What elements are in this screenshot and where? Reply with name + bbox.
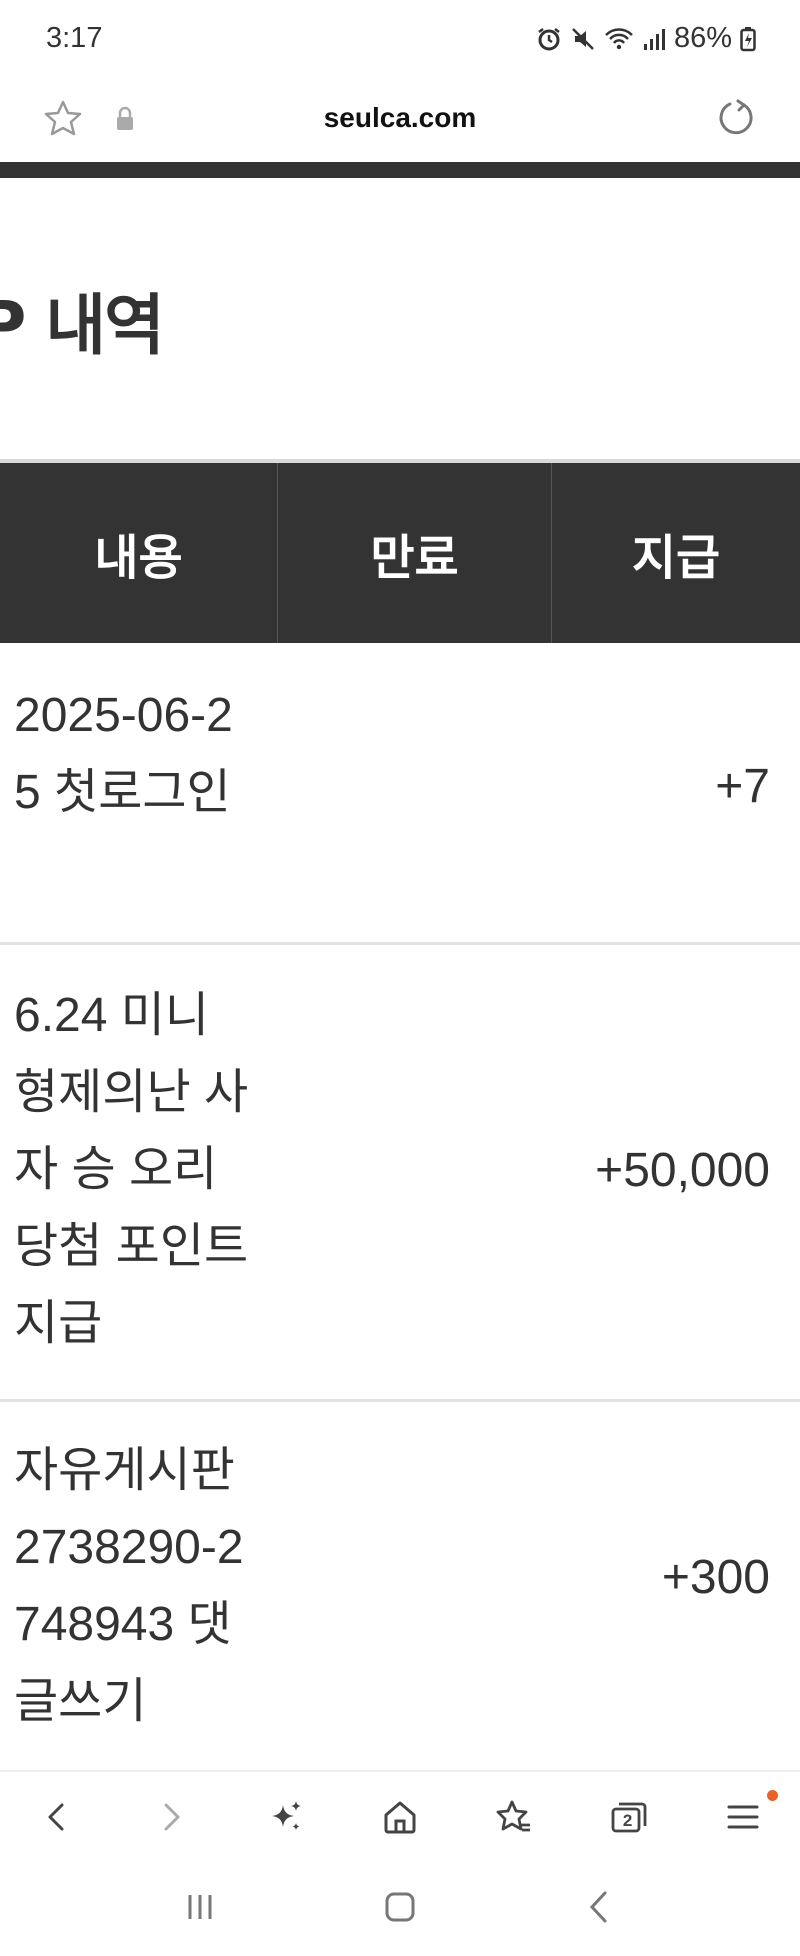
battery-percent: 86% xyxy=(673,22,732,54)
table-header: 내용 만료 지급 xyxy=(0,463,800,643)
back-nav-icon[interactable] xyxy=(580,1887,620,1931)
signal-icon xyxy=(642,26,666,52)
table-row: 6.24 미니 형제의난 사자 승 오리당첨 포인트 지급 +50,000 xyxy=(0,945,800,1402)
row-amount: +300 xyxy=(661,1551,770,1604)
url-text[interactable]: seulca.com xyxy=(0,102,800,134)
status-time: 3:17 xyxy=(46,22,103,54)
recent-apps-icon[interactable] xyxy=(180,1887,220,1931)
browser-toolbar: 2 xyxy=(0,1770,800,1862)
column-header-expiry: 만료 xyxy=(278,463,552,643)
header-strip xyxy=(0,162,800,178)
tabs-icon[interactable]: 2 xyxy=(571,1772,685,1862)
mute-icon xyxy=(570,26,596,52)
row-amount: +7 xyxy=(715,760,770,813)
status-bar: 3:17 86% xyxy=(0,0,800,84)
notification-dot xyxy=(766,1790,778,1801)
table-row: 2025-06-25 첫로그인 +7 xyxy=(0,643,800,945)
row-content: 6.24 미니 형제의난 사자 승 오리당첨 포인트 지급 xyxy=(14,989,249,1350)
alarm-icon xyxy=(536,26,562,52)
status-icons: 86% xyxy=(536,22,756,55)
column-header-amount: 지급 xyxy=(631,530,721,586)
system-nav-bar xyxy=(0,1862,800,1956)
column-header-content: 내용 xyxy=(0,463,278,643)
table-row: 자유게시판 2738290-2748943 댓글쓰기 +300 xyxy=(0,1402,800,1770)
forward-icon[interactable] xyxy=(114,1772,228,1862)
address-bar[interactable]: seulca.com xyxy=(0,84,800,162)
home-button-icon[interactable] xyxy=(380,1887,420,1931)
reload-icon[interactable] xyxy=(714,96,758,144)
row-content: 자유게시판 2738290-2748943 댓글쓰기 xyxy=(14,1444,244,1728)
row-content: 2025-06-25 첫로그인 xyxy=(14,689,233,819)
wifi-icon xyxy=(604,26,634,52)
bookmarks-icon[interactable] xyxy=(457,1772,571,1862)
home-icon[interactable] xyxy=(343,1772,457,1862)
menu-icon[interactable] xyxy=(686,1772,800,1862)
page-title: P 내역 xyxy=(0,287,165,364)
back-icon[interactable] xyxy=(0,1772,114,1862)
battery-charging-icon xyxy=(740,26,756,52)
tab-count: 2 xyxy=(622,1811,633,1830)
row-amount: +50,000 xyxy=(595,1144,770,1197)
sparkle-icon[interactable] xyxy=(229,1772,343,1862)
